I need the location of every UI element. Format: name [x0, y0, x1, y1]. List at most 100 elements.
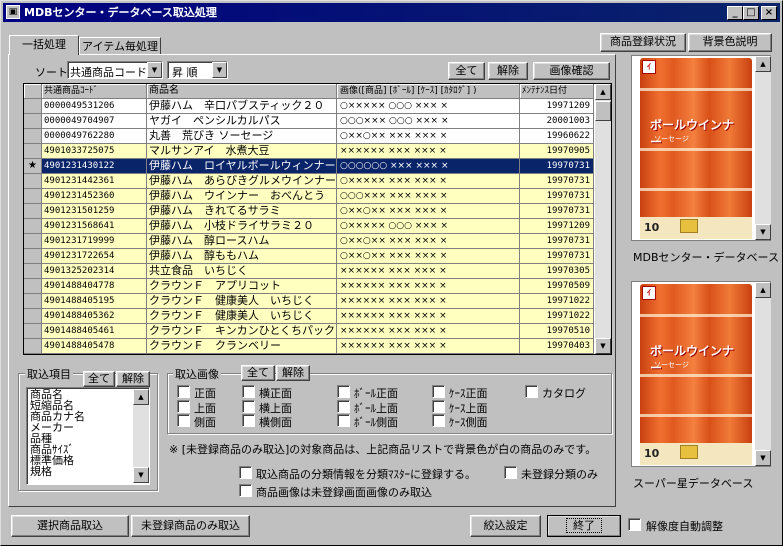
table-row[interactable]: 4901488405195 クラウンＦ 健康美人 いちじく ×××××× ××× ×… — [24, 294, 594, 309]
cell-name[interactable]: 伊藤ハム 醇ロースハム — [147, 234, 337, 249]
column-header-date[interactable]: ﾒﾝﾃﾅﾝｽ日付 — [520, 84, 594, 99]
filter-settings-button[interactable]: 絞込設定 — [470, 515, 541, 537]
cell-code[interactable]: 4901231501259 — [42, 204, 147, 219]
column-header-code[interactable]: 共通商品ｺｰﾄﾞ — [42, 84, 147, 99]
row-selector[interactable] — [24, 324, 42, 339]
cell-date[interactable]: 19971209 — [520, 219, 594, 234]
cell-code[interactable]: 0000049762280 — [42, 129, 147, 144]
sort-field-select[interactable]: 共通商品コード ▼ — [67, 61, 163, 79]
image-check-button[interactable]: 画像確認 — [533, 62, 610, 80]
cell-images[interactable]: ○××××× ××× ××× × — [337, 174, 520, 189]
table-row[interactable]: 4901231719999 伊藤ハム 醇ロースハム ○××○×× ××× ××× ×… — [24, 234, 594, 249]
row-selector[interactable] — [24, 174, 42, 189]
cell-images[interactable]: ○××○×× ××× ××× × — [337, 129, 520, 144]
cell-code[interactable]: 4901488404778 — [42, 279, 147, 294]
image-option-checkbox[interactable] — [242, 385, 255, 398]
table-row[interactable]: 0000049762280 丸善 荒びき ソーセージ ○××○×× ××× ××× … — [24, 129, 594, 144]
auto-resolution-checkbox[interactable] — [628, 518, 641, 531]
column-header-name[interactable]: 商品名 — [147, 84, 337, 99]
row-selector[interactable] — [24, 309, 42, 324]
cell-date[interactable]: 19970731 — [520, 174, 594, 189]
scroll-up-arrow-icon[interactable]: ▲ — [755, 56, 771, 72]
cell-date[interactable]: 19970905 — [520, 144, 594, 159]
row-selector[interactable] — [24, 219, 42, 234]
cell-code[interactable]: 4901033725075 — [42, 144, 147, 159]
cell-images[interactable]: ○××○×× ××× ××× × — [337, 204, 520, 219]
cell-images[interactable]: ○××××× ○○○ ××× × — [337, 99, 520, 114]
preview-image-top[interactable]: ｲ ボールウインナー ソーセージ 10 ▲ ▼ — [631, 55, 771, 241]
cell-name[interactable]: 伊藤ハム ロイヤルボールウィンナー — [147, 159, 337, 174]
preview-top-scrollbar[interactable]: ▲ ▼ — [755, 56, 771, 240]
cell-code[interactable]: 4901231452360 — [42, 189, 147, 204]
cell-code[interactable]: 4901325202314 — [42, 264, 147, 279]
bg-color-help-button[interactable]: 背景色説明 — [688, 33, 772, 52]
cell-name[interactable]: 丸善 荒びき ソーセージ — [147, 129, 337, 144]
row-selector[interactable] — [24, 189, 42, 204]
cell-code[interactable]: 4901231568641 — [42, 219, 147, 234]
cell-name[interactable]: マルサンアイ 水煮大豆 — [147, 144, 337, 159]
cell-date[interactable]: 20001003 — [520, 114, 594, 129]
cell-images[interactable]: ×××××× ××× ××× × — [337, 309, 520, 324]
row-selector[interactable] — [24, 279, 42, 294]
close-button[interactable]: × — [761, 6, 777, 20]
image-option-checkbox[interactable] — [337, 385, 350, 398]
cell-images[interactable]: ×××××× ××× ××× × — [337, 324, 520, 339]
grid-clear-button[interactable]: 解除 — [488, 62, 528, 80]
tab-per-item[interactable]: アイテム毎処理 — [79, 37, 161, 55]
cell-code[interactable]: 4901488405478 — [42, 339, 147, 354]
product-grid[interactable]: 共通商品ｺｰﾄﾞ 商品名 画像([商品] [ﾎﾞｰﾙ] [ｹｰｽ] [ｶﾀﾛｸﾞ… — [23, 83, 612, 355]
preview-bottom-scrollbar[interactable]: ▲ ▼ — [755, 282, 771, 466]
tab-batch[interactable]: 一括処理 — [9, 35, 79, 55]
image-option-checkbox[interactable] — [177, 414, 190, 427]
cell-code[interactable]: 4901231430122 — [42, 159, 147, 174]
cell-date[interactable]: 19970305 — [520, 264, 594, 279]
cell-date[interactable]: 19971022 — [520, 309, 594, 324]
cell-name[interactable]: クラウンＦ 健康美人 いちじく — [147, 309, 337, 324]
row-selector[interactable] — [24, 249, 42, 264]
import-unregistered-button[interactable]: 未登録商品のみ取込 — [131, 515, 250, 537]
table-row[interactable]: 4901488405362 クラウンＦ 健康美人 いちじく ×××××× ××× ×… — [24, 309, 594, 324]
column-header-images[interactable]: 画像([商品] [ﾎﾞｰﾙ] [ｹｰｽ] [ｶﾀﾛｸﾞ] ) — [337, 84, 520, 99]
chevron-down-icon[interactable]: ▼ — [212, 62, 227, 78]
cell-images[interactable]: ○××○×× ××× ××× × — [337, 249, 520, 264]
grid-select-all-button[interactable]: 全て — [448, 62, 485, 80]
image-option-checkbox[interactable] — [242, 414, 255, 427]
cell-images[interactable]: ×××××× ××× ××× × — [337, 144, 520, 159]
table-row[interactable]: 4901231501259 伊藤ハム きれてるサラミ ○××○×× ××× ××× … — [24, 204, 594, 219]
cell-images[interactable]: ×××××× ××× ××× × — [337, 294, 520, 309]
listbox-scrollbar[interactable]: ▲ ▼ — [133, 389, 149, 483]
row-selector[interactable] — [24, 339, 42, 354]
scroll-up-arrow-icon[interactable]: ▲ — [133, 389, 149, 405]
row-selector[interactable] — [24, 264, 42, 279]
cell-name[interactable]: 伊藤ハム きれてるサラミ — [147, 204, 337, 219]
table-row[interactable]: 0000049531206 伊藤ハム 辛口パブスティック２０ ○××××× ○○○ … — [24, 99, 594, 114]
row-selector[interactable] — [24, 144, 42, 159]
image-option-checkbox[interactable] — [432, 400, 445, 413]
image-option-checkbox[interactable] — [177, 400, 190, 413]
cell-images[interactable]: ○××××× ○○○ ××× × — [337, 219, 520, 234]
cell-name[interactable]: 共立食品 いちじく — [147, 264, 337, 279]
table-row[interactable]: 4901033725075 マルサンアイ 水煮大豆 ×××××× ××× ××× ×… — [24, 144, 594, 159]
cell-images[interactable]: ×××××× ××× ××× × — [337, 339, 520, 354]
scroll-down-arrow-icon[interactable]: ▼ — [133, 467, 149, 483]
image-option-checkbox[interactable] — [242, 400, 255, 413]
cell-code[interactable]: 0000049531206 — [42, 99, 147, 114]
image-option-checkbox[interactable] — [525, 385, 538, 398]
unregistered-images-only-checkbox[interactable] — [239, 484, 252, 497]
cell-images[interactable]: ○○○××× ○○○ ××× × — [337, 114, 520, 129]
import-images-clear-button[interactable]: 解除 — [276, 365, 310, 381]
cell-date[interactable]: 19970510 — [520, 324, 594, 339]
cell-code[interactable]: 0000049704907 — [42, 114, 147, 129]
preview-image-bottom[interactable]: ｲ ボールウインナー ソーセージ 10 ▲ ▼ — [631, 281, 771, 467]
unregistered-category-only-checkbox[interactable] — [504, 466, 517, 479]
table-row[interactable]: 4901488405461 クラウンＦ キンカンひとくちパック ×××××× ×××… — [24, 324, 594, 339]
table-row[interactable]: 4901488404778 クラウンＦ アプリコット ×××××× ××× ××× … — [24, 279, 594, 294]
row-selector[interactable] — [24, 234, 42, 249]
cell-code[interactable]: 4901231722654 — [42, 249, 147, 264]
row-selector[interactable]: ★ — [24, 159, 42, 174]
image-option-checkbox[interactable] — [337, 414, 350, 427]
import-images-all-button[interactable]: 全て — [241, 365, 275, 381]
scroll-down-arrow-icon[interactable]: ▼ — [755, 450, 771, 466]
scroll-down-arrow-icon[interactable]: ▼ — [595, 338, 611, 354]
cell-date[interactable]: 19970731 — [520, 234, 594, 249]
